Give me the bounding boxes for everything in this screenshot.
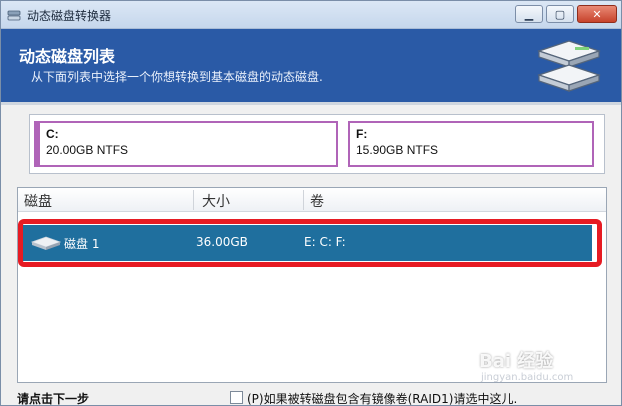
converter-window: 动态磁盘转换器 ▁ ▢ ✕ 动态磁盘列表 从下面列表中选择一个你想转换到基本磁盘… — [0, 0, 622, 406]
column-divider[interactable] — [193, 190, 194, 210]
volume-letter: C: — [46, 127, 59, 141]
table-row[interactable]: 磁盘 1 36.00GB E: C: F: — [18, 219, 602, 267]
watermark-logo: Bai 经验 — [479, 351, 554, 372]
header-separator — [1, 102, 621, 105]
column-divider[interactable] — [303, 190, 304, 210]
volume-panel: C: 20.00GB NTFS F: 15.90GB NTFS — [29, 114, 605, 174]
volume-info: 20.00GB NTFS — [46, 143, 129, 157]
page-title: 动态磁盘列表 — [19, 47, 116, 66]
page-subtitle: 从下面列表中选择一个你想转换到基本磁盘的动态磁盘. — [31, 70, 323, 84]
minimize-button[interactable]: ▁ — [515, 5, 543, 23]
window-title: 动态磁盘转换器 — [27, 9, 112, 23]
header-banner: 动态磁盘列表 从下面列表中选择一个你想转换到基本磁盘的动态磁盘. — [1, 29, 621, 102]
close-icon: ✕ — [592, 7, 602, 21]
column-header-size[interactable]: 大小 — [202, 191, 230, 211]
close-button[interactable]: ✕ — [577, 5, 617, 23]
raid1-checkbox[interactable] — [230, 391, 243, 404]
watermark-url: jingyan.baidu.com — [481, 372, 574, 383]
raid1-checkbox-label[interactable]: (P)如果被转磁盘包含有镜像卷(RAID1)请选中这儿. — [247, 390, 517, 406]
column-header-disk[interactable]: 磁盘 — [24, 191, 52, 211]
volume-card-f[interactable]: F: 15.90GB NTFS — [348, 121, 594, 167]
list-header: 磁盘 大小 卷 — [18, 188, 606, 212]
selection-highlight — [18, 219, 602, 267]
maximize-icon: ▢ — [554, 7, 566, 21]
maximize-button[interactable]: ▢ — [546, 5, 574, 23]
disk-converter-icon — [7, 10, 21, 21]
volume-info: 15.90GB NTFS — [356, 143, 439, 157]
stacked-disks-icon — [537, 40, 601, 92]
minimize-icon: ▁ — [524, 7, 534, 21]
title-bar[interactable]: 动态磁盘转换器 ▁ ▢ ✕ — [1, 1, 621, 29]
next-step-hint: 请点击下一步 — [17, 392, 90, 406]
volume-letter: F: — [356, 127, 368, 141]
volume-card-c[interactable]: C: 20.00GB NTFS — [34, 121, 338, 167]
column-header-volumes[interactable]: 卷 — [310, 191, 324, 211]
